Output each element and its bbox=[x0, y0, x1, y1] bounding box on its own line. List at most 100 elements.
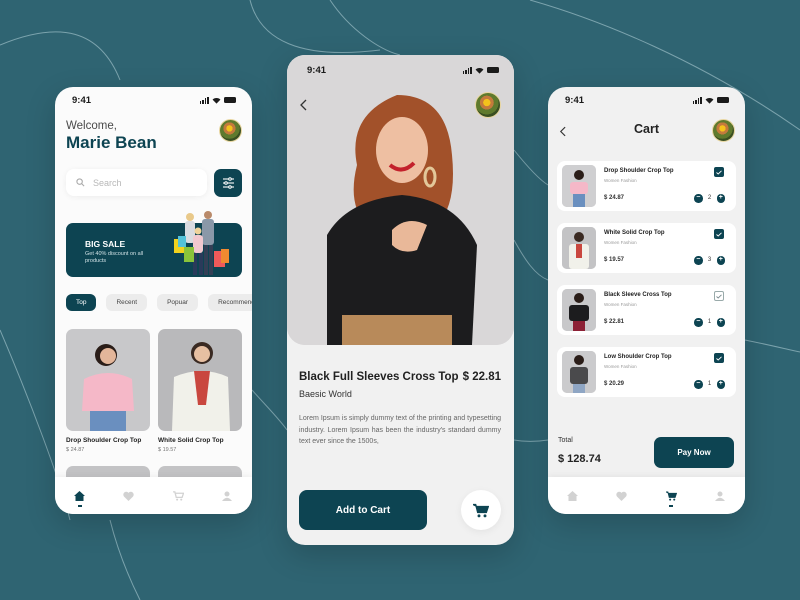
battery-icon bbox=[487, 67, 499, 73]
home-icon bbox=[74, 490, 86, 501]
decrease-button[interactable]: − bbox=[694, 194, 703, 203]
quantity-stepper: − 1 + bbox=[694, 380, 725, 389]
quantity-stepper: − 3 + bbox=[694, 256, 725, 265]
wifi-icon bbox=[212, 97, 221, 104]
item-checkbox[interactable] bbox=[714, 291, 724, 301]
product-image bbox=[66, 329, 150, 431]
nav-cart[interactable] bbox=[661, 486, 681, 507]
item-quantity: 2 bbox=[707, 195, 712, 202]
chevron-left-icon bbox=[300, 99, 307, 111]
avatar[interactable] bbox=[712, 119, 735, 142]
filter-button[interactable] bbox=[214, 169, 242, 197]
tab-popular[interactable]: Popuar bbox=[157, 294, 199, 311]
bottom-nav bbox=[55, 477, 252, 514]
decrease-button[interactable]: − bbox=[694, 380, 703, 389]
add-to-cart-button[interactable]: Add to Cart bbox=[299, 490, 427, 530]
item-category: Women Fashion bbox=[604, 240, 637, 245]
product-brand: Baesic World bbox=[299, 389, 352, 399]
nav-favorites[interactable] bbox=[119, 486, 139, 506]
item-name: White Solid Crop Top bbox=[604, 230, 665, 236]
item-category: Women Fashion bbox=[604, 364, 637, 369]
cart-item[interactable]: Low Shoulder Crop Top Women Fashion $ 20… bbox=[557, 347, 736, 397]
phone-cart-screen: 9:41 Cart Drop Shoulder Crop Top Women F… bbox=[548, 87, 745, 514]
cart-item[interactable]: Drop Shoulder Crop Top Women Fashion $ 2… bbox=[557, 161, 736, 211]
cart-button[interactable] bbox=[461, 490, 501, 530]
check-icon bbox=[716, 169, 722, 175]
promo-banner[interactable]: BIG SALE Get 40% discount on all product… bbox=[66, 211, 242, 277]
heart-icon bbox=[616, 491, 628, 501]
cart-item[interactable]: Black Sleeve Cross Top Women Fashion $ 2… bbox=[557, 285, 736, 335]
increase-button[interactable]: + bbox=[716, 380, 725, 389]
item-price: $ 24.87 bbox=[604, 195, 625, 201]
status-bar: 9:41 bbox=[287, 57, 514, 83]
nav-profile[interactable] bbox=[217, 486, 237, 506]
increase-button[interactable]: + bbox=[716, 194, 725, 203]
wifi-icon bbox=[475, 67, 484, 74]
cart-item[interactable]: White Solid Crop Top Women Fashion $ 19.… bbox=[557, 223, 736, 273]
increase-button[interactable]: + bbox=[716, 256, 725, 265]
item-thumbnail bbox=[562, 351, 596, 393]
item-checkbox[interactable] bbox=[714, 229, 724, 239]
tab-top[interactable]: Top bbox=[66, 294, 97, 311]
cart-icon bbox=[665, 490, 677, 501]
avatar[interactable] bbox=[475, 92, 501, 118]
item-thumbnail bbox=[562, 227, 596, 269]
avatar[interactable] bbox=[219, 119, 242, 142]
sliders-icon bbox=[222, 177, 234, 189]
status-time: 9:41 bbox=[72, 94, 92, 106]
banner-title: BIG SALE bbox=[85, 239, 126, 249]
product-image bbox=[158, 329, 242, 431]
user-icon bbox=[222, 491, 233, 501]
status-bar: 9:41 bbox=[548, 87, 745, 113]
search-input[interactable] bbox=[93, 177, 193, 188]
search-icon bbox=[76, 178, 85, 187]
item-price: $ 20.29 bbox=[604, 381, 625, 387]
nav-cart[interactable] bbox=[168, 486, 188, 506]
increase-button[interactable]: + bbox=[716, 318, 725, 327]
product-title: Black Full Sleeves Cross Top bbox=[299, 371, 459, 383]
battery-icon bbox=[224, 97, 236, 103]
item-price: $ 22.81 bbox=[604, 319, 625, 325]
product-description: Lorem Ipsum is simply dummy text of the … bbox=[299, 415, 501, 446]
wifi-icon bbox=[705, 97, 714, 104]
back-button[interactable] bbox=[295, 97, 311, 113]
status-bar: 9:41 bbox=[55, 87, 252, 113]
quantity-stepper: − 2 + bbox=[694, 194, 725, 203]
welcome-text: Welcome, bbox=[66, 120, 117, 132]
tab-recommended[interactable]: Recommended bbox=[208, 294, 252, 311]
cart-icon bbox=[473, 503, 489, 517]
item-checkbox[interactable] bbox=[714, 167, 724, 177]
item-quantity: 1 bbox=[707, 381, 712, 388]
nav-favorites[interactable] bbox=[612, 486, 632, 506]
quantity-stepper: − 1 + bbox=[694, 318, 725, 327]
shopping-family-image bbox=[174, 211, 229, 275]
status-time: 9:41 bbox=[307, 64, 327, 76]
tab-recent[interactable]: Recent bbox=[106, 294, 148, 311]
decrease-button[interactable]: − bbox=[694, 256, 703, 265]
pay-now-button[interactable]: Pay Now bbox=[654, 437, 734, 468]
cart-icon bbox=[172, 490, 184, 501]
product-card[interactable]: Drop Shoulder Crop Top $ 24.87 bbox=[66, 329, 150, 453]
search-bar[interactable] bbox=[66, 169, 207, 196]
item-checkbox[interactable] bbox=[714, 353, 724, 363]
banner-subtitle: Get 40% discount on all products bbox=[85, 251, 144, 265]
decrease-button[interactable]: − bbox=[694, 318, 703, 327]
item-quantity: 3 bbox=[707, 257, 712, 264]
product-card[interactable]: White Solid Crop Top $ 19.57 bbox=[158, 329, 242, 453]
user-icon bbox=[715, 491, 726, 501]
user-name: Marie Bean bbox=[66, 133, 157, 152]
item-quantity: 1 bbox=[707, 319, 712, 326]
total-amount: $ 128.74 bbox=[558, 453, 601, 465]
category-tabs: Top Recent Popuar Recommended bbox=[66, 294, 252, 311]
item-name: Black Sleeve Cross Top bbox=[604, 292, 672, 298]
nav-profile[interactable] bbox=[710, 486, 730, 506]
signal-icon bbox=[199, 96, 209, 104]
nav-home[interactable] bbox=[70, 486, 90, 507]
phone-home-screen: 9:41 Welcome, Marie Bean BIG SALE Get 40… bbox=[55, 87, 252, 514]
status-time: 9:41 bbox=[565, 94, 585, 106]
item-category: Women Fashion bbox=[604, 302, 637, 307]
product-price: $ 22.81 bbox=[462, 371, 501, 383]
item-name: Drop Shoulder Crop Top bbox=[604, 168, 674, 174]
nav-home[interactable] bbox=[563, 486, 583, 506]
check-icon bbox=[716, 231, 722, 237]
